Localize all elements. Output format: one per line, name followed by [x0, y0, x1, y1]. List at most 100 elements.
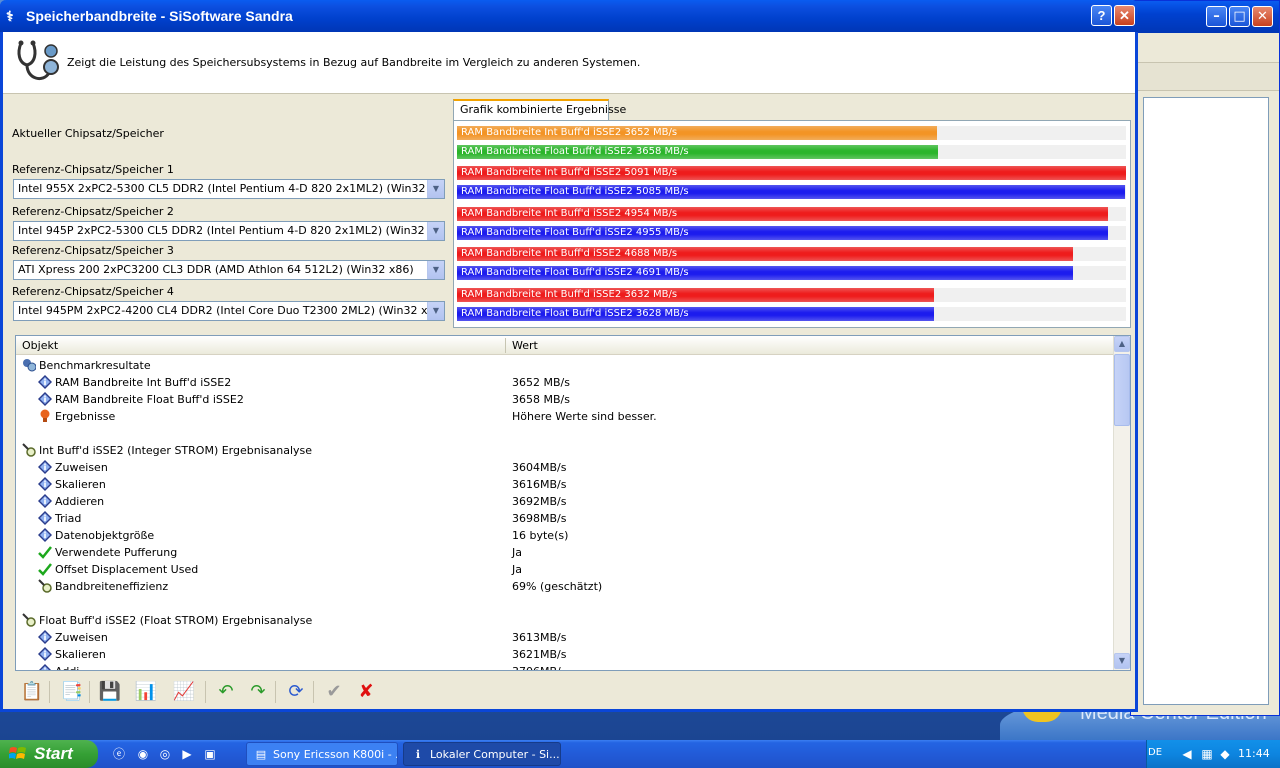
quicklaunch-desktop-icon[interactable]: ▣ — [201, 745, 219, 763]
list-item[interactable]: Ergebnisse Höhere Werte sind besser. — [16, 408, 1113, 425]
window-title: Speicherbandbreite - SiSoftware Sandra — [26, 8, 293, 24]
list-item[interactable]: Verwendete Pufferung Ja — [16, 544, 1113, 561]
chevron-down-icon[interactable]: ▼ — [427, 302, 444, 320]
main-window[interactable]: ⚕ Speicherbandbreite - SiSoftware Sandra… — [0, 0, 1138, 712]
item-label: Verwendete Pufferung — [55, 546, 178, 559]
bottom-toolbar: 📋 📑 💾 📊 📈 ↶ ↷ ⟳ ✔ ✘ — [9, 676, 1135, 708]
info-diamond-icon — [38, 630, 52, 644]
results-tree[interactable]: Objekt Wert Benchmarkresultate RAM Bandbr… — [15, 335, 1131, 671]
current-chipset-label: Aktueller Chipsatz/Speicher — [12, 127, 164, 140]
quicklaunch-browser-icon[interactable]: ◉ — [134, 745, 152, 763]
ref-3-label: Referenz-Chipsatz/Speicher 3 — [12, 244, 174, 257]
combined-results-chart: RAM Bandbreite Int Buff'd iSSE2 3652 MB/… — [453, 120, 1131, 328]
chart-button[interactable]: 📊 — [133, 679, 159, 705]
ref-4-select[interactable]: Intel 945PM 2xPC2-4200 CL4 DDR2 (Intel C… — [13, 301, 445, 321]
task-sony-ericsson[interactable]: ▤ Sony Ericsson K800i - ... — [246, 742, 398, 766]
list-item[interactable]: Zuweisen 3613MB/s — [16, 629, 1113, 646]
list-item[interactable]: Float Buff'd iSSE2 (Float STROM) Ergebni… — [16, 612, 1113, 629]
scroll-down-button[interactable]: ▼ — [1114, 653, 1130, 669]
help-button[interactable]: ? — [1091, 5, 1112, 26]
info-diamond-icon — [38, 664, 52, 670]
list-item[interactable]: Skalieren 3621MB/s — [16, 646, 1113, 663]
cancel-button[interactable]: ✘ — [353, 679, 379, 705]
info-icon: ℹ — [415, 748, 421, 761]
column-header-value[interactable]: Wert — [512, 339, 538, 352]
list-item[interactable]: Offset Displacement Used Ja — [16, 561, 1113, 578]
copy-button[interactable]: 📑 — [59, 679, 85, 705]
benchmark-icon — [22, 358, 37, 372]
item-value: 3692MB/s — [512, 495, 567, 508]
list-item[interactable]: RAM Bandbreite Int Buff'd iSSE2 3652 MB/s — [16, 374, 1113, 391]
list-item[interactable]: RAM Bandbreite Float Buff'd iSSE2 3658 MB… — [16, 391, 1113, 408]
item-label: Int Buff'd iSSE2 (Integer STROM) Ergebni… — [39, 444, 313, 457]
column-header-object[interactable]: Objekt — [22, 339, 58, 352]
close-button[interactable]: ✕ — [1252, 6, 1273, 27]
scroll-up-button[interactable]: ▲ — [1114, 336, 1130, 352]
quicklaunch-player-icon[interactable]: ▶ — [178, 745, 196, 763]
report-button[interactable]: 📋 — [19, 679, 45, 705]
list-item[interactable]: Zuweisen 3604MB/s — [16, 459, 1113, 476]
tray-back-icon[interactable]: ◀ — [1178, 745, 1196, 763]
ref-1-select[interactable]: Intel 955X 2xPC2-5300 CL5 DDR2 (Intel Pe… — [13, 179, 445, 199]
list-item[interactable] — [16, 595, 1113, 612]
list-item[interactable]: Triad 3698MB/s — [16, 510, 1113, 527]
header-description: Zeigt die Leistung des Speichersubsystem… — [67, 56, 641, 69]
task-local-computer[interactable]: ℹ Lokaler Computer - Si... — [403, 742, 561, 766]
item-label: Offset Displacement Used — [55, 563, 199, 576]
ref-2-select[interactable]: Intel 945P 2xPC2-5300 CL5 DDR2 (Intel Pe… — [13, 221, 445, 241]
chart-bar: RAM Bandbreite Int Buff'd iSSE2 5091 MB/… — [457, 166, 1126, 180]
list-item[interactable]: Datenobjektgröße 16 byte(s) — [16, 527, 1113, 544]
list-item[interactable] — [16, 425, 1113, 442]
clock: 11:44 — [1238, 747, 1270, 760]
minimize-button[interactable]: – — [1206, 6, 1227, 27]
graph-options-button[interactable]: 📈 — [171, 679, 197, 705]
chevron-down-icon[interactable]: ▼ — [427, 180, 444, 198]
checkmark-icon — [38, 545, 52, 559]
chart-bar: RAM Bandbreite Int Buff'd iSSE2 4688 MB/… — [457, 247, 1073, 261]
chevron-down-icon[interactable]: ▼ — [427, 222, 444, 240]
background-window-titlebar[interactable]: – □ ✕ — [1131, 1, 1279, 33]
vertical-scrollbar[interactable]: ▲ ▼ — [1113, 336, 1130, 670]
list-item[interactable]: Benchmarkresultate — [16, 357, 1113, 374]
ref-4-label: Referenz-Chipsatz/Speicher 4 — [12, 285, 174, 298]
ref-4-value: Intel 945PM 2xPC2-4200 CL4 DDR2 (Intel C… — [18, 304, 445, 317]
item-value: Ja — [512, 563, 522, 576]
refresh-button[interactable]: ⟳ — [283, 679, 309, 705]
start-button[interactable]: Start — [0, 740, 98, 768]
quicklaunch-media-icon[interactable]: ◎ — [156, 745, 174, 763]
list-item[interactable]: Int Buff'd iSSE2 (Integer STROM) Ergebni… — [16, 442, 1113, 459]
ok-button[interactable]: ✔ — [321, 679, 347, 705]
save-button[interactable]: 💾 — [97, 679, 123, 705]
chart-bar: RAM Bandbreite Int Buff'd iSSE2 3652 MB/… — [457, 126, 937, 140]
window-close-button[interactable]: ✕ — [1114, 5, 1135, 26]
language-indicator[interactable]: DE — [1148, 747, 1162, 758]
item-label: Bandbreiteneffizienz — [55, 580, 169, 593]
forward-button[interactable]: ↷ — [245, 679, 271, 705]
tray-security-icon[interactable]: ◆ — [1216, 745, 1234, 763]
chart-bar: RAM Bandbreite Float Buff'd iSSE2 5085 M… — [457, 185, 1125, 199]
ref-1-label: Referenz-Chipsatz/Speicher 1 — [12, 163, 174, 176]
list-item[interactable]: Skalieren 3616MB/s — [16, 476, 1113, 493]
quicklaunch-ie-icon[interactable]: ⓔ — [110, 745, 128, 763]
background-window[interactable]: – □ ✕ — [1130, 0, 1280, 716]
title-bar[interactable]: ⚕ Speicherbandbreite - SiSoftware Sandra… — [0, 0, 1138, 32]
back-button[interactable]: ↶ — [213, 679, 239, 705]
tab-combined-results[interactable]: Grafik kombinierte Ergebnisse — [453, 99, 626, 121]
list-item[interactable]: Addieren 3692MB/s — [16, 493, 1113, 510]
tray-network-icon[interactable]: ▦ — [1198, 745, 1216, 763]
item-value: 3706MB/ — [512, 665, 561, 670]
list-item[interactable]: Addi 3706MB/ — [16, 663, 1113, 670]
magnifier-icon — [38, 579, 52, 593]
magnifier-icon — [22, 443, 36, 457]
toolbar-separator — [49, 681, 50, 703]
list-item[interactable]: Bandbreiteneffizienz 69% (geschätzt) — [16, 578, 1113, 595]
info-diamond-icon — [38, 511, 52, 525]
background-window-toolbar — [1131, 63, 1279, 91]
toolbar-separator — [313, 681, 314, 703]
chevron-down-icon[interactable]: ▼ — [427, 261, 444, 279]
item-label: Ergebnisse — [55, 410, 116, 423]
scroll-thumb[interactable] — [1114, 354, 1130, 426]
chart-bar: RAM Bandbreite Int Buff'd iSSE2 4954 MB/… — [457, 207, 1108, 221]
ref-3-select[interactable]: ATI Xpress 200 2xPC3200 CL3 DDR (AMD Ath… — [13, 260, 445, 280]
maximize-button[interactable]: □ — [1229, 6, 1250, 27]
